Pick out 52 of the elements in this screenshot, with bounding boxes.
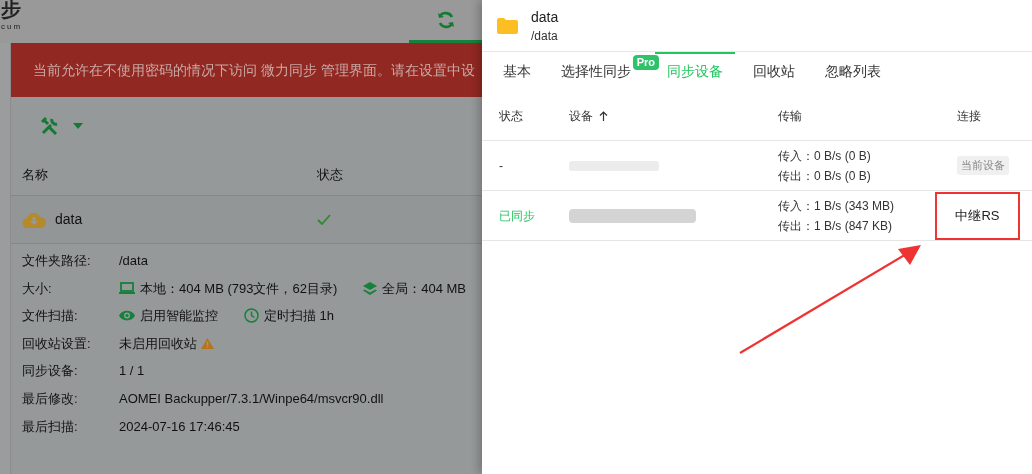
layers-icon bbox=[363, 281, 378, 295]
column-header: 名称 bbox=[22, 166, 48, 182]
tools-icon[interactable] bbox=[41, 116, 59, 135]
transfer-out-text: 传出：0 B/s (0 B) bbox=[778, 167, 872, 185]
connection-text: 中继RS bbox=[955, 206, 1000, 225]
tab[interactable]: 忽略列表 bbox=[813, 52, 893, 89]
detail-label: 文件扫描: bbox=[21, 307, 79, 326]
transfer-out-text: 传出：1 B/s (847 KB) bbox=[778, 217, 894, 235]
clock-icon bbox=[244, 308, 259, 324]
detail-label: 最后扫描: bbox=[21, 417, 79, 436]
transfer-in-text: 传入：0 B/s (0 B) bbox=[778, 147, 872, 165]
folder-path: /data bbox=[531, 27, 559, 45]
detail-value: 1 / 1 bbox=[119, 362, 145, 381]
detail-value: 本地：404 MB (793文件，62目录) bbox=[140, 279, 338, 298]
status-text: - bbox=[499, 158, 503, 173]
status-text: 已同步 bbox=[499, 208, 535, 223]
folder-row[interactable]: data bbox=[11, 196, 482, 244]
detail-label: 文件夹路径: bbox=[21, 252, 92, 271]
column-header: 设备 bbox=[569, 107, 593, 125]
banner-text: 当前允许在不使用密码的情况下访问 微力同步 管理界面。请在设置中设 bbox=[33, 60, 475, 80]
folder-icon bbox=[497, 17, 518, 34]
detail-label: 同步设备: bbox=[21, 362, 79, 381]
logo-text: 步 bbox=[0, 0, 22, 22]
transfer-in-text: 传入：1 B/s (343 MB) bbox=[778, 197, 896, 215]
tab[interactable]: 回收站 bbox=[741, 52, 807, 89]
detail-value: 未启用回收站 bbox=[119, 334, 197, 353]
detail-label: 回收站设置: bbox=[21, 334, 92, 353]
warning-icon bbox=[201, 338, 214, 350]
column-header: 传输 bbox=[778, 107, 802, 125]
detail-label: 最后修改: bbox=[21, 390, 79, 408]
pro-badge: Pro bbox=[632, 55, 659, 70]
sync-icon bbox=[436, 10, 455, 30]
detail-label: 大小: bbox=[21, 279, 53, 298]
detail-value: 2024-07-16 17:46:45 bbox=[119, 417, 240, 436]
logo-subtext: cum bbox=[0, 22, 23, 31]
column-header: 状态 bbox=[499, 107, 523, 125]
detail-value: 全局：404 MB bbox=[382, 279, 467, 298]
caret-icon[interactable] bbox=[73, 122, 83, 129]
detail-value: /data bbox=[119, 252, 148, 271]
detail-value: 启用智能监控 bbox=[140, 307, 218, 326]
sort-arrow-icon[interactable] bbox=[599, 110, 608, 121]
tab[interactable]: 基本 bbox=[491, 52, 543, 89]
detail-value: 定时扫描 1h bbox=[264, 307, 335, 326]
detail-value: AOMEI Backupper/7.3.1/Winpe64/msvcr90.dll bbox=[119, 390, 384, 408]
column-header: 连接 bbox=[957, 107, 981, 125]
laptop-icon bbox=[119, 282, 135, 295]
column-header: 状态 bbox=[317, 166, 343, 182]
folder-name: data bbox=[55, 210, 83, 229]
eye-icon bbox=[119, 310, 135, 322]
folder-title: data bbox=[531, 7, 559, 27]
current-device-tag: 当前设备 bbox=[957, 156, 1009, 175]
cloud-download-icon bbox=[22, 211, 46, 228]
